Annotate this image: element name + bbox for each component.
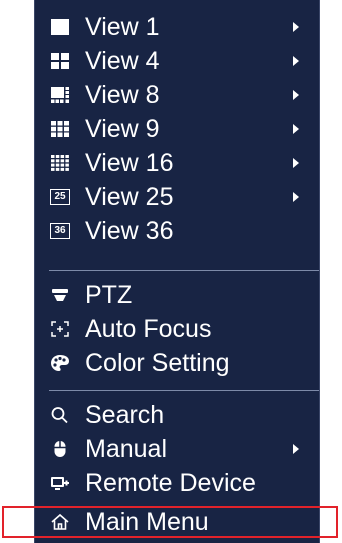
submenu-arrow-icon	[293, 90, 299, 100]
search-icon	[49, 405, 71, 425]
menu-item-view-25[interactable]: 25 View 25	[35, 180, 321, 214]
mouse-icon	[49, 439, 71, 459]
menu-item-label: View 8	[85, 81, 160, 109]
menu-item-view-1[interactable]: View 1	[35, 10, 321, 44]
menu-item-label: View 36	[85, 217, 174, 245]
menu-item-label: PTZ	[85, 281, 133, 309]
view-25-badge: 25	[50, 189, 70, 205]
menu-item-view-36[interactable]: 36 View 36	[35, 214, 321, 248]
menu-item-view-16[interactable]: View 16	[35, 146, 321, 180]
menu-item-label: View 16	[85, 149, 174, 177]
view-36-icon: 36	[49, 221, 71, 241]
submenu-arrow-icon	[293, 444, 299, 454]
view-8-icon	[49, 85, 71, 105]
menu-separator	[49, 270, 319, 271]
menu-item-auto-focus[interactable]: Auto Focus	[35, 312, 321, 346]
view-16-icon	[49, 153, 71, 173]
menu-item-label: View 4	[85, 47, 160, 75]
context-menu: View 1 View 4 View 8 View 9 View 16 25 V…	[34, 0, 320, 543]
menu-item-color-setting[interactable]: Color Setting	[35, 346, 321, 380]
menu-item-label: Manual	[85, 435, 167, 463]
submenu-arrow-icon	[293, 56, 299, 66]
menu-separator	[49, 390, 319, 391]
view-9-icon	[49, 119, 71, 139]
menu-item-label: View 1	[85, 13, 160, 41]
menu-item-search[interactable]: Search	[35, 398, 321, 432]
submenu-arrow-icon	[293, 192, 299, 202]
menu-item-remote-device[interactable]: Remote Device	[35, 466, 321, 500]
home-icon	[49, 512, 71, 532]
menu-item-view-4[interactable]: View 4	[35, 44, 321, 78]
menu-item-label: Remote Device	[85, 469, 256, 497]
menu-item-main-menu[interactable]: Main Menu	[35, 505, 321, 539]
menu-item-view-8[interactable]: View 8	[35, 78, 321, 112]
menu-item-label: Auto Focus	[85, 315, 212, 343]
remote-device-icon	[49, 473, 71, 493]
submenu-arrow-icon	[293, 22, 299, 32]
view-1-icon	[49, 17, 71, 37]
menu-item-ptz[interactable]: PTZ	[35, 278, 321, 312]
ptz-icon	[49, 285, 71, 305]
view-36-badge: 36	[50, 223, 70, 239]
view-4-icon	[49, 51, 71, 71]
view-25-icon: 25	[49, 187, 71, 207]
menu-item-label: View 25	[85, 183, 174, 211]
menu-item-manual[interactable]: Manual	[35, 432, 321, 466]
submenu-arrow-icon	[293, 124, 299, 134]
submenu-arrow-icon	[293, 158, 299, 168]
color-palette-icon	[49, 353, 71, 373]
menu-item-view-9[interactable]: View 9	[35, 112, 321, 146]
menu-item-label: Color Setting	[85, 349, 230, 377]
menu-item-label: Search	[85, 401, 165, 429]
menu-item-label: Main Menu	[85, 508, 209, 536]
auto-focus-icon	[49, 319, 71, 339]
menu-item-label: View 9	[85, 115, 160, 143]
